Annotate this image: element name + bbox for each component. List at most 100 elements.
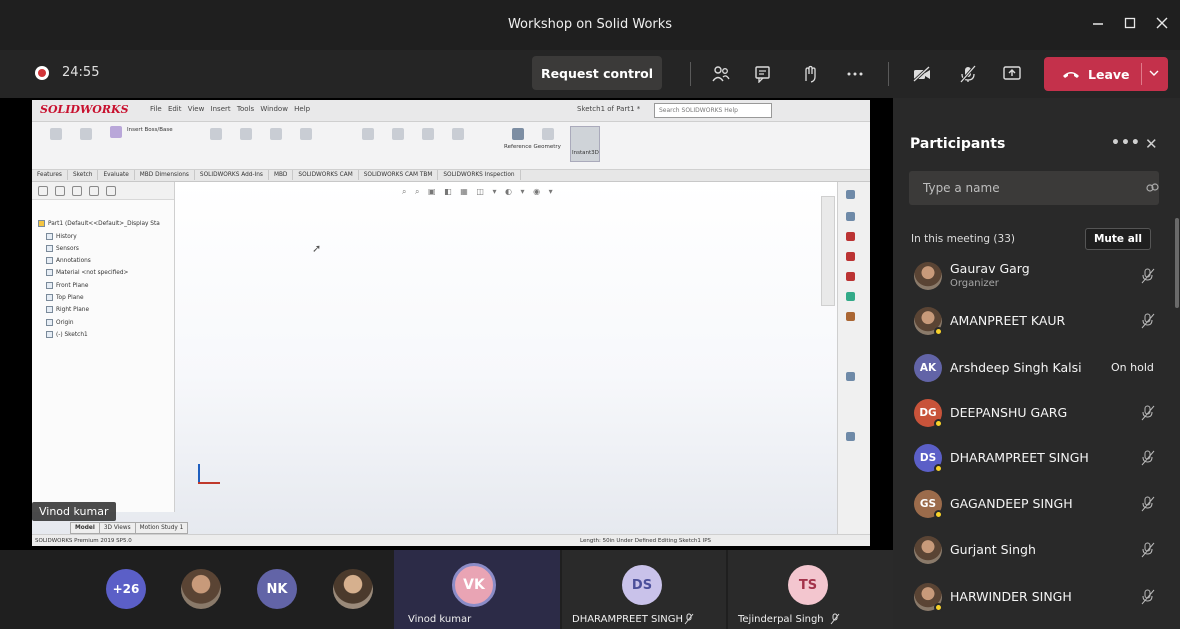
maximize-icon[interactable] <box>1114 10 1146 36</box>
ribbon-label: Insert Boss/Base <box>127 127 173 133</box>
view-orientation-strip <box>821 196 835 306</box>
mic-muted-icon <box>1141 542 1155 558</box>
solidworks-forum-icon <box>846 372 855 381</box>
participants-icon[interactable] <box>706 59 736 89</box>
participant-name: DHARAMPREET SINGH <box>950 450 1089 465</box>
hole-wizard-icon <box>240 128 252 140</box>
fillet-icon <box>362 128 374 140</box>
participant-row[interactable]: GS GAGANDEEP SINGH <box>893 482 1163 526</box>
participant-video-avatar[interactable] <box>181 569 221 609</box>
teams-meeting-window: Workshop on Solid Works 24:55 Request co… <box>0 0 1180 629</box>
ribbon-label: Instant3D <box>572 150 599 156</box>
participant-name: GAGANDEEP SINGH <box>950 496 1073 511</box>
sw-tab: SOLIDWORKS Inspection <box>438 170 521 180</box>
status-badge <box>934 327 943 336</box>
mic-muted-icon <box>1141 496 1155 512</box>
participant-row[interactable]: AMANPREET KAUR <box>893 299 1163 343</box>
solidworks-window: SOLIDWORKS File Edit View Insert Tools W… <box>32 100 870 546</box>
on-hold-status: On hold <box>1111 361 1154 374</box>
participant-name: DEEPANSHU GARG <box>950 405 1068 420</box>
raise-hand-icon[interactable] <box>794 59 824 89</box>
participant-row[interactable]: Gaurav Garg Organizer <box>893 254 1163 298</box>
participant-tile[interactable]: TS Tejinderpal Singh <box>728 550 893 629</box>
axis-x-icon <box>198 482 220 484</box>
sw-document-title: Sketch1 of Part1 * <box>577 105 641 113</box>
sw-bottom-tab: Model <box>70 522 100 534</box>
share-screen-icon[interactable] <box>997 59 1027 89</box>
axis-y-icon <box>198 464 200 484</box>
toolbar-divider <box>690 62 691 86</box>
tree-item: Part1 (Default<<Default>_Display Sta <box>38 220 160 227</box>
swept-cut-icon <box>300 128 312 140</box>
overflow-participants-button[interactable]: +26 <box>106 569 146 609</box>
participant-row[interactable]: DG DEEPANSHU GARG <box>893 391 1163 435</box>
mic-muted-icon <box>1141 268 1155 284</box>
custom-properties-icon <box>846 312 855 321</box>
share-invite-icon[interactable] <box>1145 181 1159 195</box>
status-badge <box>934 464 943 473</box>
tile-name: Vinod kumar <box>408 614 472 625</box>
ds-avatar: DS <box>622 565 662 605</box>
participant-row[interactable]: HARWINDER SINGH <box>893 575 1163 619</box>
leave-divider <box>1141 63 1142 85</box>
ts-avatar: TS <box>788 565 828 605</box>
in-meeting-header[interactable]: In this meeting (33) <box>911 233 1015 245</box>
sw-tab: Sketch <box>68 170 99 180</box>
participant-video-avatar[interactable] <box>333 569 373 609</box>
mic-muted-icon <box>1141 589 1155 605</box>
mute-all-button[interactable]: Mute all <box>1085 228 1151 250</box>
mic-muted-icon <box>1141 405 1155 421</box>
sw-bottom-tabs: Model 3D Views Motion Study 1 <box>32 522 232 534</box>
sw-tab: SOLIDWORKS CAM <box>293 170 359 180</box>
active-speaker-tile[interactable]: VK Vinod kumar <box>394 550 560 629</box>
tile-name: Tejinderpal Singh <box>738 614 824 625</box>
sw-sketch-status: Length: 50in Under Defined Editing Sketc… <box>580 538 712 544</box>
tree-item: Right Plane <box>46 306 89 313</box>
panel-scrollbar[interactable] <box>1175 218 1179 308</box>
feature-tree-toolbar <box>32 182 174 200</box>
ribbon-label: Reference Geometry <box>504 144 561 150</box>
participant-video-avatar[interactable]: NK <box>257 569 297 609</box>
more-options-icon[interactable] <box>840 59 870 89</box>
mic-muted-icon <box>1141 450 1155 466</box>
title-bar: Workshop on Solid Works <box>0 0 1180 50</box>
participant-name: Arshdeep Singh Kalsi <box>950 360 1082 375</box>
design-library-icon <box>846 232 855 241</box>
minimize-icon[interactable] <box>1082 10 1114 36</box>
panel-more-icon[interactable]: ••• <box>1111 135 1141 151</box>
resources-icon <box>846 212 855 221</box>
chat-icon[interactable] <box>748 59 778 89</box>
revolved-cut-icon <box>270 128 282 140</box>
reference-geometry-icon <box>512 128 524 140</box>
sw-tab: MBD Dimensions <box>135 170 195 180</box>
participant-tile[interactable]: DS DHARAMPREET SINGH <box>562 550 726 629</box>
sw-search-box: Search SOLIDWORKS Help <box>654 103 772 118</box>
participant-row[interactable]: Gurjant Singh <box>893 528 1163 572</box>
leave-button[interactable]: Leave <box>1044 57 1168 91</box>
tree-item: Front Plane <box>46 282 88 289</box>
mic-muted-icon <box>1141 313 1155 329</box>
tile-name: DHARAMPREET SINGH <box>572 614 684 625</box>
mic-muted-icon[interactable] <box>953 59 983 89</box>
sw-version: SOLIDWORKS Premium 2019 SP5.0 <box>35 538 132 544</box>
sw-status-bar: SOLIDWORKS Premium 2019 SP5.0 Length: 50… <box>32 534 870 546</box>
participant-search-input[interactable] <box>909 171 1159 205</box>
camera-off-icon[interactable] <box>907 59 937 89</box>
participant-row[interactable]: AK Arshdeep Singh Kalsi On hold <box>893 346 1163 390</box>
participant-row[interactable]: DS DHARAMPREET SINGH <box>893 436 1163 480</box>
close-icon[interactable] <box>1146 10 1178 36</box>
shared-screen: SOLIDWORKS File Edit View Insert Tools W… <box>0 98 893 550</box>
panel-close-icon[interactable]: ✕ <box>1145 135 1158 153</box>
participant-name: Gurjant Singh <box>950 542 1036 557</box>
heads-up-view-toolbar: ⌕ ⌕ ▣ ◧ ▦ ◫ ▾ ◐ ▾ ◉ ▾ <box>402 187 556 196</box>
mic-muted-icon <box>830 613 840 625</box>
file-explorer-icon <box>846 252 855 261</box>
request-control-button[interactable]: Request control <box>532 56 662 90</box>
window-title: Workshop on Solid Works <box>507 17 673 32</box>
chevron-down-icon[interactable] <box>1148 65 1160 81</box>
vk-avatar: VK <box>452 563 496 607</box>
curves-icon <box>542 128 554 140</box>
toolbar-divider <box>888 62 889 86</box>
sw-menubar: SOLIDWORKS File Edit View Insert Tools W… <box>32 100 870 122</box>
sw-tab: Features <box>32 170 68 180</box>
